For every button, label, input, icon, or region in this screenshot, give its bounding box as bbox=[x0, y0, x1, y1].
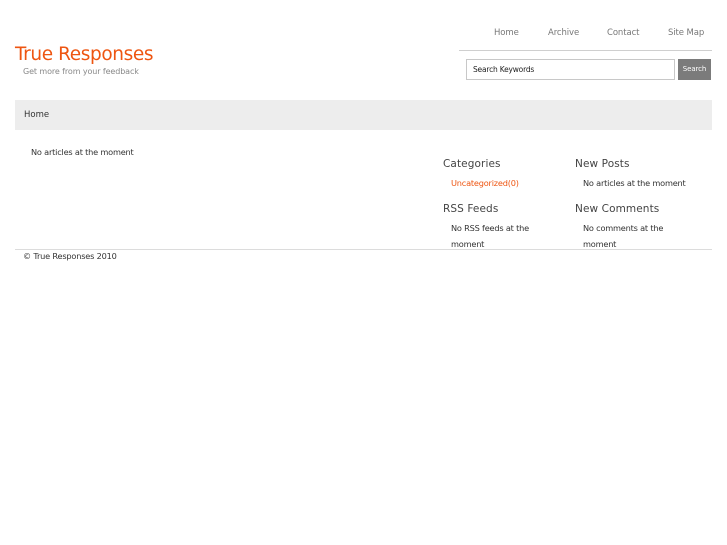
nav-divider bbox=[459, 50, 712, 51]
new-posts-empty-text: No articles at the moment bbox=[583, 178, 686, 188]
breadcrumb-home[interactable]: Home bbox=[24, 110, 49, 120]
search-input[interactable] bbox=[466, 59, 675, 80]
footer-divider bbox=[15, 249, 712, 250]
nav-sitemap-link[interactable]: Site Map bbox=[668, 28, 704, 38]
top-nav: Home Archive Contact Site Map bbox=[0, 28, 727, 40]
nav-contact-link[interactable]: Contact bbox=[607, 28, 639, 38]
nav-home-link[interactable]: Home bbox=[494, 28, 519, 38]
page: Home Archive Contact Site Map True Respo… bbox=[0, 0, 727, 545]
rss-feeds-empty-text: No RSS feeds at the moment bbox=[451, 223, 529, 249]
new-posts-heading: New Posts bbox=[575, 158, 630, 170]
breadcrumb: Home bbox=[15, 100, 712, 130]
categories-heading: Categories bbox=[443, 158, 501, 170]
nav-archive-link[interactable]: Archive bbox=[548, 28, 579, 38]
rss-feeds-heading: RSS Feeds bbox=[443, 203, 499, 215]
search-button[interactable]: Search bbox=[678, 59, 711, 80]
site-tagline: Get more from your feedback bbox=[23, 67, 139, 76]
footer-copyright: © True Responses 2010 bbox=[23, 251, 117, 261]
site-title[interactable]: True Responses bbox=[15, 44, 153, 65]
main-empty-message: No articles at the moment bbox=[31, 147, 134, 157]
category-link-uncategorized[interactable]: Uncategorized(0) bbox=[451, 175, 519, 191]
new-comments-heading: New Comments bbox=[575, 203, 660, 215]
new-comments-empty-text: No comments at the moment bbox=[583, 223, 664, 249]
